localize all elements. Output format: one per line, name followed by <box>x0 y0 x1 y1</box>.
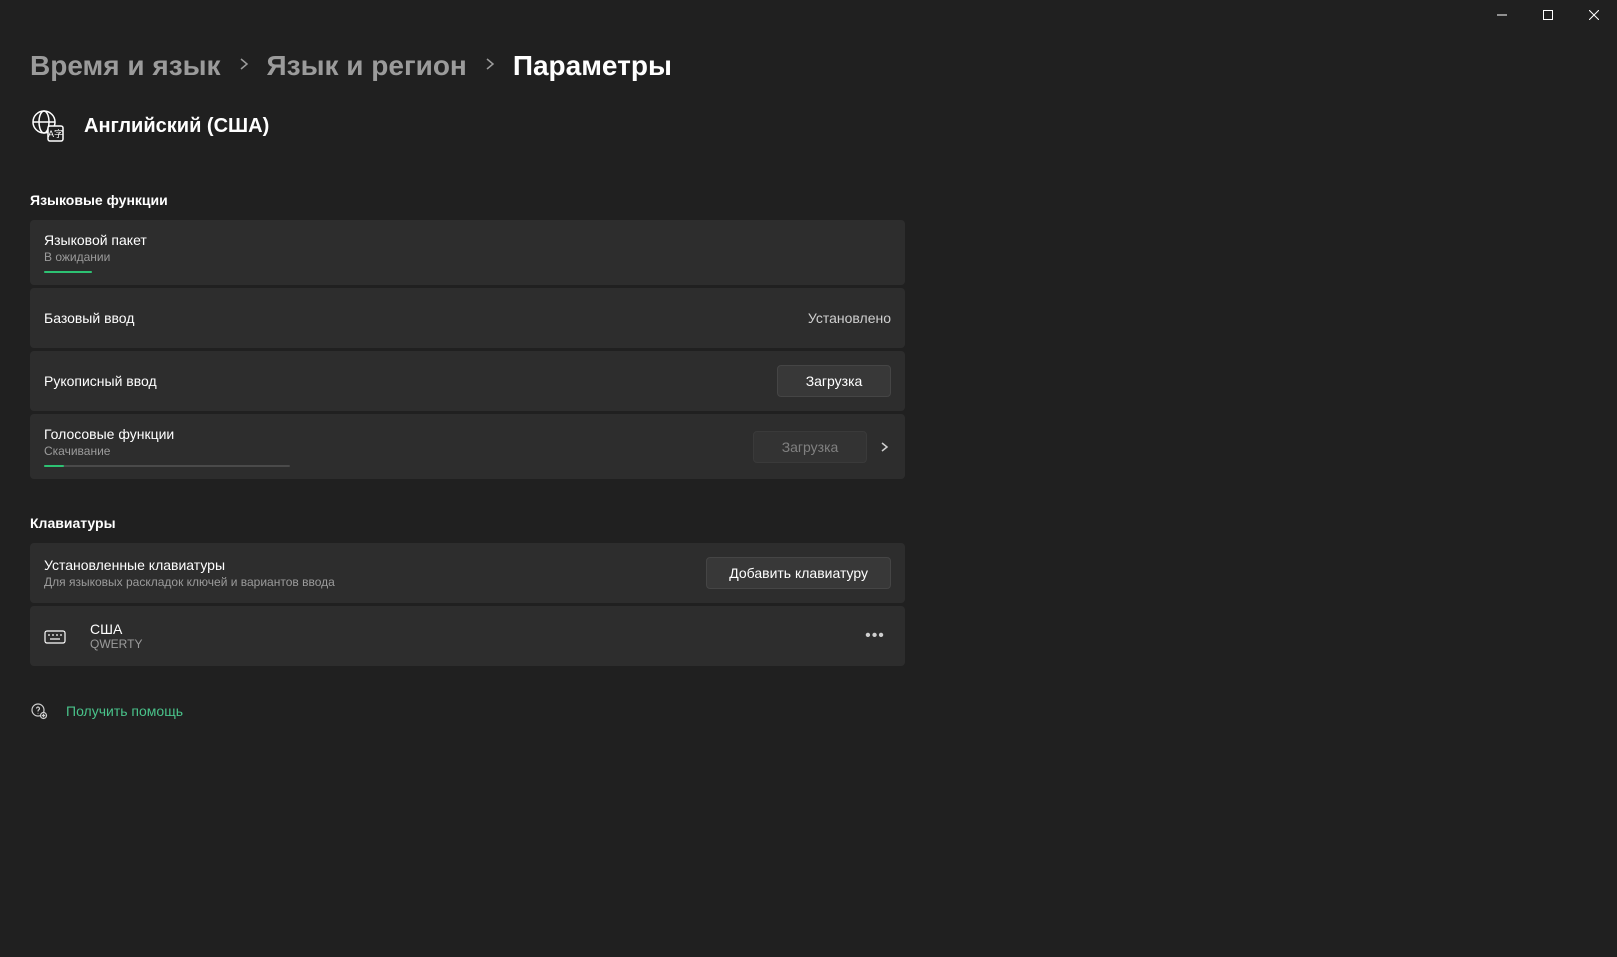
installed-keyboards-label: Установленные клавиатуры <box>44 557 335 573</box>
window-titlebar <box>1479 0 1617 30</box>
progress-bar <box>44 271 92 273</box>
feature-label: Языковой пакет <box>44 232 147 248</box>
globe-language-icon: A字 <box>30 108 66 144</box>
keyboard-name: США <box>90 621 142 637</box>
breadcrumb: Время и язык Язык и регион Параметры <box>30 50 1587 82</box>
feature-label: Рукописный ввод <box>44 373 157 389</box>
more-options-button[interactable]: ••• <box>859 620 891 652</box>
feature-status: Скачивание <box>44 444 290 458</box>
get-help-link[interactable]: Получить помощь <box>66 703 183 719</box>
chevron-right-icon <box>239 57 249 76</box>
close-button[interactable] <box>1571 0 1617 30</box>
download-button-disabled: Загрузка <box>753 431 867 463</box>
svg-text:A字: A字 <box>48 128 63 139</box>
feature-basic-input: Базовый ввод Установлено <box>30 288 905 348</box>
feature-status: В ожидании <box>44 250 147 264</box>
installed-keyboards-sub: Для языковых раскладок ключей и варианто… <box>44 575 335 589</box>
installed-keyboards-row: Установленные клавиатуры Для языковых ра… <box>30 543 905 603</box>
section-title-keyboards: Клавиатуры <box>30 515 1587 531</box>
progress-bar <box>44 465 290 467</box>
maximize-button[interactable] <box>1525 0 1571 30</box>
breadcrumb-current: Параметры <box>513 50 672 82</box>
chevron-right-icon[interactable] <box>877 440 891 454</box>
keyboard-layout: QWERTY <box>90 637 142 651</box>
add-keyboard-button[interactable]: Добавить клавиатуру <box>706 557 891 589</box>
language-title: Английский (США) <box>84 115 269 138</box>
chevron-right-icon <box>485 57 495 76</box>
feature-handwriting: Рукописный ввод Загрузка <box>30 351 905 411</box>
help-icon <box>30 702 48 720</box>
feature-label: Базовый ввод <box>44 310 134 326</box>
breadcrumb-time-language[interactable]: Время и язык <box>30 50 221 82</box>
section-title-features: Языковые функции <box>30 192 1587 208</box>
breadcrumb-language-region[interactable]: Язык и регион <box>267 50 467 82</box>
keyboard-icon <box>44 625 66 647</box>
language-header: A字 Английский (США) <box>30 108 1587 144</box>
help-row: Получить помощь <box>30 702 1587 720</box>
feature-voice[interactable]: Голосовые функции Скачивание Загрузка <box>30 414 905 479</box>
keyboard-item: США QWERTY ••• <box>30 606 905 666</box>
feature-language-pack: Языковой пакет В ожидании <box>30 220 905 285</box>
feature-status: Установлено <box>808 310 891 326</box>
feature-label: Голосовые функции <box>44 426 290 442</box>
minimize-button[interactable] <box>1479 0 1525 30</box>
download-button[interactable]: Загрузка <box>777 365 891 397</box>
